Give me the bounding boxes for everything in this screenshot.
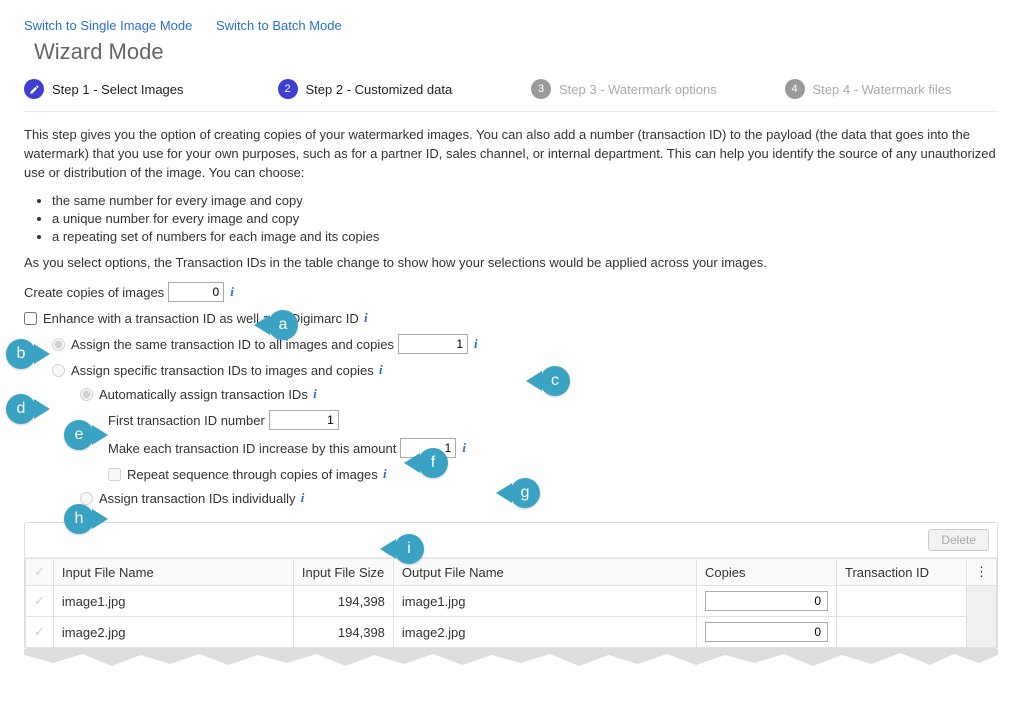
repeat-label: Repeat sequence through copies of images (127, 467, 378, 482)
radio-auto[interactable] (80, 388, 93, 401)
step-2-circle: 2 (278, 79, 298, 99)
copies-input[interactable] (705, 591, 828, 611)
col-tid-header[interactable]: Transaction ID (837, 559, 967, 586)
bullet-item: the same number for every image and copy (52, 193, 998, 208)
select-all-header[interactable]: ✓ (26, 559, 54, 586)
row-check[interactable]: ✓ (26, 617, 54, 648)
col-copies-header[interactable]: Copies (697, 559, 837, 586)
radio-individual[interactable] (80, 492, 93, 505)
info-icon[interactable]: i (474, 336, 478, 352)
table-row[interactable]: ✓ image2.jpg 194,398 image2.jpg (26, 617, 997, 648)
create-copies-row: Create copies of images i (24, 282, 998, 302)
radio-individual-row: Assign transaction IDs individually i (80, 490, 998, 506)
step-3-label: Step 3 - Watermark options (559, 82, 717, 97)
repeat-checkbox[interactable] (108, 468, 121, 481)
callout-d: d (6, 394, 36, 424)
file-table: ✓ Input File Name Input File Size Output… (25, 558, 997, 648)
option-bullets: the same number for every image and copy… (52, 193, 998, 244)
step-4-label: Step 4 - Watermark files (813, 82, 952, 97)
row-check[interactable]: ✓ (26, 586, 54, 617)
torn-edge-decoration (24, 649, 998, 671)
repeat-row: Repeat sequence through copies of images… (108, 466, 998, 482)
cell-input: image2.jpg (53, 617, 293, 648)
callout-b: b (6, 339, 36, 369)
step-2-label: Step 2 - Customized data (306, 82, 453, 97)
radio-individual-label: Assign transaction IDs individually (99, 491, 296, 506)
step-3-circle: 3 (531, 79, 551, 99)
first-tid-label: First transaction ID number (108, 413, 265, 428)
enhance-label: Enhance with a transaction ID as well as… (43, 311, 359, 326)
step-1[interactable]: Step 1 - Select Images (24, 79, 238, 99)
table-toolbar: Delete (25, 523, 997, 558)
increase-input[interactable] (400, 438, 456, 458)
info-icon[interactable]: i (462, 440, 466, 456)
info-icon[interactable]: i (376, 362, 383, 378)
radio-auto-label: Automatically assign transaction IDs (99, 387, 308, 402)
increase-label: Make each transaction ID increase by thi… (108, 441, 396, 456)
info-icon[interactable]: i (361, 310, 368, 326)
radio-auto-row: Automatically assign transaction IDs i (80, 386, 998, 402)
cell-tid (837, 586, 967, 617)
cell-input: image1.jpg (53, 586, 293, 617)
col-size-header[interactable]: Input File Size (293, 559, 393, 586)
radio-same-label: Assign the same transaction ID to all im… (71, 337, 394, 352)
info-icon[interactable]: i (298, 490, 305, 506)
cell-tid (837, 617, 967, 648)
cell-copies (697, 586, 837, 617)
step-4[interactable]: 4 Step 4 - Watermark files (785, 79, 999, 99)
radio-specific[interactable] (52, 364, 65, 377)
radio-same-row: Assign the same transaction ID to all im… (52, 334, 998, 354)
cell-size: 194,398 (293, 586, 393, 617)
radio-same[interactable] (52, 338, 65, 351)
increase-row: Make each transaction ID increase by thi… (108, 438, 998, 458)
info-icon[interactable]: i (380, 466, 387, 482)
enhance-row: Enhance with a transaction ID as well as… (24, 310, 998, 326)
top-links: Switch to Single Image Mode Switch to Ba… (24, 18, 998, 33)
callout-e: e (64, 420, 94, 450)
info-icon[interactable]: i (230, 284, 234, 300)
step-description: This step gives you the option of creati… (24, 126, 998, 183)
step-4-circle: 4 (785, 79, 805, 99)
enhance-checkbox[interactable] (24, 312, 37, 325)
copies-input[interactable] (705, 622, 828, 642)
bullet-item: a repeating set of numbers for each imag… (52, 229, 998, 244)
same-tid-input[interactable] (398, 334, 468, 354)
scrollbar[interactable] (967, 586, 997, 648)
switch-single-image-link[interactable]: Switch to Single Image Mode (24, 18, 192, 33)
step-1-label: Step 1 - Select Images (52, 82, 184, 97)
switch-batch-link[interactable]: Switch to Batch Mode (216, 18, 342, 33)
step-3[interactable]: 3 Step 3 - Watermark options (531, 79, 745, 99)
info-icon[interactable]: i (310, 386, 317, 402)
bullet-item: a unique number for every image and copy (52, 211, 998, 226)
table-header-row: ✓ Input File Name Input File Size Output… (26, 559, 997, 586)
cell-output: image1.jpg (393, 586, 696, 617)
cell-size: 194,398 (293, 617, 393, 648)
col-output-header[interactable]: Output File Name (393, 559, 696, 586)
radio-specific-label: Assign specific transaction IDs to image… (71, 363, 374, 378)
radio-specific-row: Assign specific transaction IDs to image… (52, 362, 998, 378)
delete-button[interactable]: Delete (928, 529, 989, 551)
step-description-2: As you select options, the Transaction I… (24, 254, 998, 273)
file-table-wrap: Delete ✓ Input File Name Input File Size… (24, 522, 998, 649)
col-input-header[interactable]: Input File Name (53, 559, 293, 586)
create-copies-input[interactable] (168, 282, 224, 302)
pencil-icon (24, 79, 44, 99)
step-2[interactable]: 2 Step 2 - Customized data (278, 79, 492, 99)
wizard-steps: Step 1 - Select Images 2 Step 2 - Custom… (24, 79, 998, 112)
first-tid-input[interactable] (269, 410, 339, 430)
column-options-icon[interactable]: ⋮ (967, 559, 997, 586)
first-tid-row: First transaction ID number (108, 410, 998, 430)
create-copies-label: Create copies of images (24, 285, 164, 300)
table-row[interactable]: ✓ image1.jpg 194,398 image1.jpg (26, 586, 997, 617)
page-title: Wizard Mode (34, 39, 998, 65)
cell-copies (697, 617, 837, 648)
cell-output: image2.jpg (393, 617, 696, 648)
